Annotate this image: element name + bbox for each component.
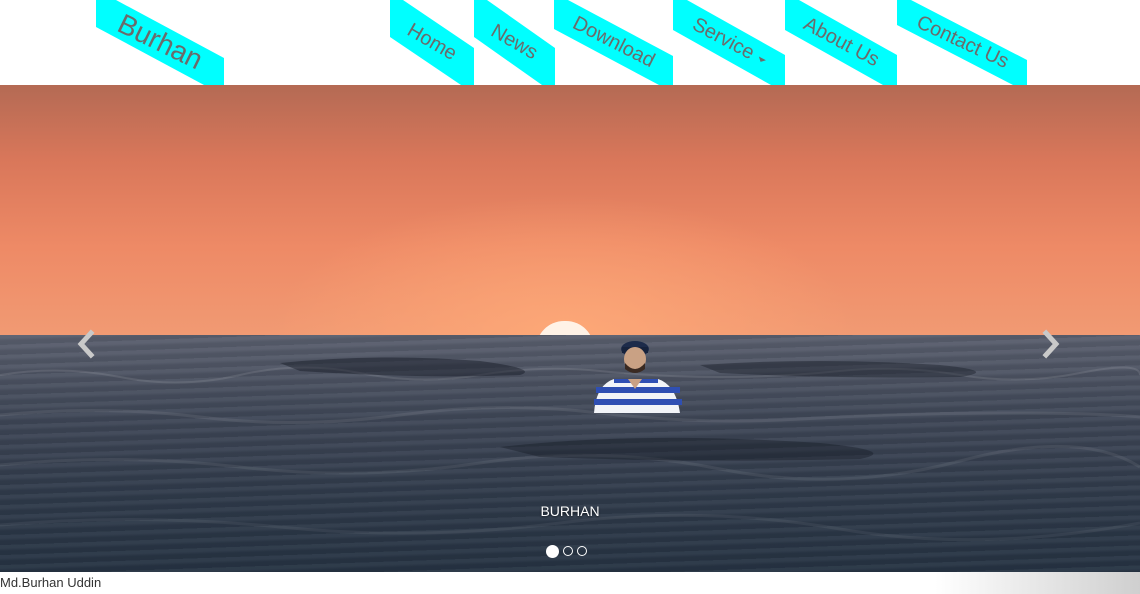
dropdown-caret-icon	[756, 56, 766, 64]
nav-item-service[interactable]: Service	[673, 0, 785, 85]
nav-item-download[interactable]: Download	[554, 0, 673, 85]
nav-item-label: Service	[688, 13, 758, 65]
top-navbar: Burhan Home News Download Service About …	[0, 0, 1140, 85]
carousel-indicator-2[interactable]	[563, 546, 573, 556]
brand-label: Burhan	[112, 7, 208, 75]
nav-item-label: Contact Us	[912, 11, 1012, 73]
nav-item-about-us[interactable]: About Us	[785, 0, 897, 85]
nav-item-label: Home	[403, 19, 461, 65]
carousel-indicator-3[interactable]	[577, 546, 587, 556]
nav-item-news[interactable]: News	[474, 0, 555, 85]
chevron-left-icon	[77, 329, 95, 359]
nav-item-label: News	[487, 20, 542, 65]
footer-bar: Md.Burhan Uddin	[0, 572, 1140, 594]
carousel-caption: BURHAN	[540, 503, 600, 519]
nav-item-contact-us[interactable]: Contact Us	[897, 0, 1027, 85]
ocean-waves	[0, 357, 1140, 542]
nav-item-label: Download	[569, 12, 659, 73]
carousel-indicators	[546, 544, 587, 558]
carousel-prev-button[interactable]	[72, 329, 102, 359]
chevron-right-icon	[1042, 329, 1060, 359]
carousel-next-button[interactable]	[1035, 329, 1065, 359]
person-photo	[594, 341, 682, 413]
carousel-indicator-1[interactable]	[546, 544, 559, 558]
nav-item-label: About Us	[799, 13, 883, 72]
footer-text: Md.Burhan Uddin	[0, 575, 102, 590]
nav-item-home[interactable]: Home	[390, 0, 474, 85]
brand-link[interactable]: Burhan	[96, 0, 224, 85]
sunset-sky	[0, 85, 1140, 335]
image-carousel: BURHAN	[0, 85, 1140, 572]
